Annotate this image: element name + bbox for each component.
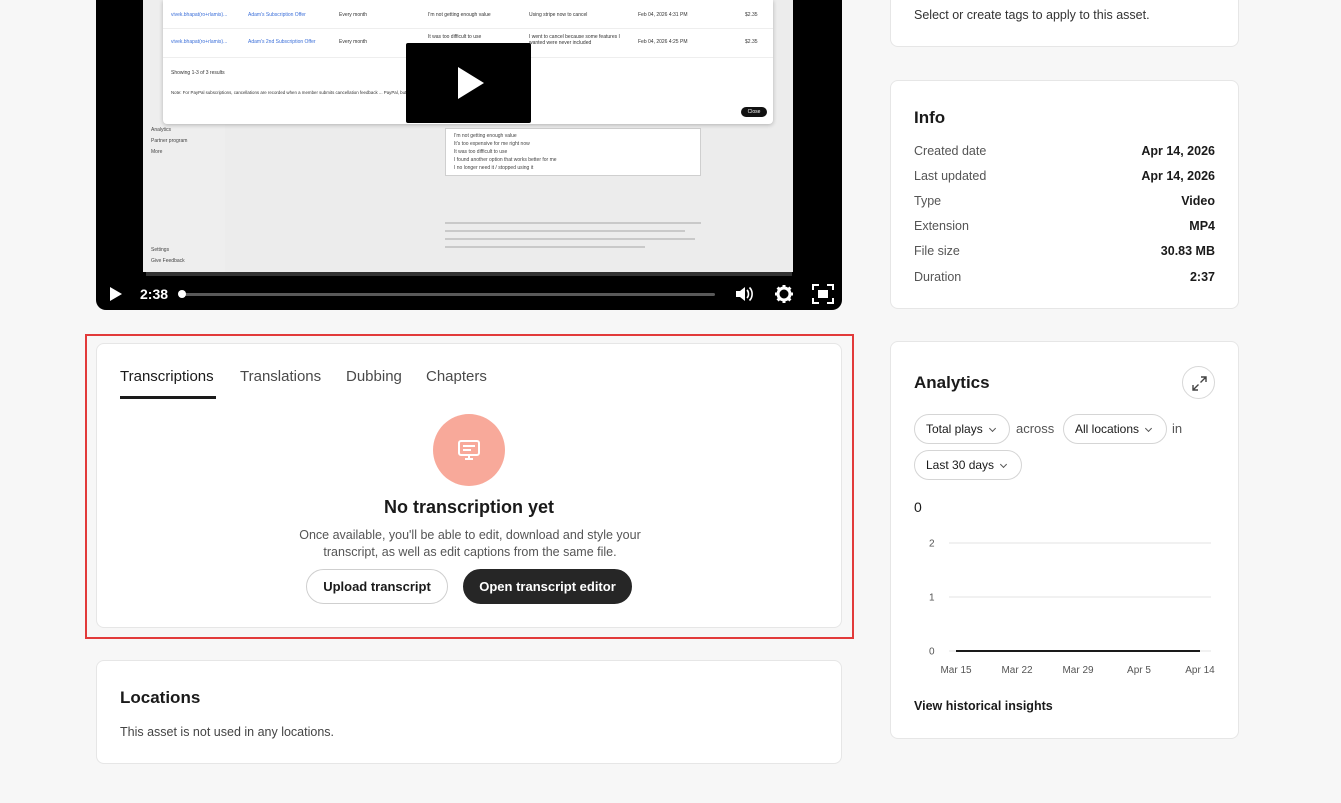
info-title: Info — [914, 108, 946, 127]
view-historical-insights-link[interactable]: View historical insights — [914, 699, 1053, 713]
recorded-text-line — [445, 246, 645, 248]
period-dropdown[interactable]: Last 30 days — [914, 450, 1022, 480]
locations-title: Locations — [120, 688, 201, 707]
metric-dropdown[interactable]: Total plays — [914, 414, 1010, 444]
metric-value: Total plays — [926, 422, 983, 436]
progress-handle[interactable] — [178, 290, 186, 298]
recorded-sidebar-item: Analytics — [151, 127, 172, 133]
recorded-reasons-box: I'm not getting enough value It's too ex… — [445, 128, 701, 176]
across-label: across — [1016, 421, 1055, 436]
video-player[interactable]: Analytics Partner program More Settings … — [96, 0, 842, 310]
in-label: in — [1172, 421, 1183, 436]
recorded-text-line — [445, 230, 685, 232]
info-row-file-size: File size 30.83 MB — [914, 244, 1215, 258]
recorded-reason: It's too expensive for me right now — [454, 141, 530, 147]
progress-bar[interactable] — [180, 293, 715, 296]
tags-description: Select or create tags to apply to this a… — [914, 8, 1150, 22]
x-tick-label: Apr 5 — [1127, 665, 1151, 676]
analytics-title: Analytics — [914, 373, 990, 392]
expand-icon — [1192, 376, 1207, 391]
recorded-reason: I found another option that works better… — [454, 157, 557, 163]
y-tick-label: 2 — [929, 539, 935, 550]
info-card: Info Created date Apr 14, 2026 Last updat… — [890, 80, 1239, 309]
location-value: All locations — [1075, 422, 1140, 436]
x-tick-label: Mar 15 — [940, 665, 972, 676]
info-row-duration: Duration 2:37 — [914, 270, 1215, 284]
recorded-text-line — [445, 222, 701, 224]
info-row-updated: Last updated Apr 14, 2026 — [914, 169, 1215, 183]
total-plays-value: 0 — [914, 499, 922, 515]
recorded-reason: I no longer need it / stopped using it — [454, 165, 534, 171]
recorded-reason: It was too difficult to use — [454, 149, 508, 155]
recorded-dock — [146, 272, 792, 276]
expand-button[interactable] — [1182, 366, 1215, 399]
analytics-card: Analytics Total plays across All locatio… — [890, 341, 1239, 739]
selection-highlight — [85, 334, 854, 639]
chevron-down-icon — [1144, 424, 1153, 433]
recorded-reason: I'm not getting enough value — [454, 133, 517, 139]
info-row-created: Created date Apr 14, 2026 — [914, 144, 1215, 158]
locations-card: Locations This asset is not used in any … — [96, 660, 842, 764]
settings-gear-icon[interactable] — [774, 284, 794, 304]
info-row-extension: Extension MP4 — [914, 219, 1215, 233]
playback-time: 2:38 — [140, 286, 169, 302]
x-tick-label: Mar 22 — [1001, 665, 1033, 676]
video-frame: Analytics Partner program More Settings … — [143, 0, 793, 272]
x-tick-label: Apr 14 — [1185, 665, 1215, 676]
fullscreen-icon[interactable] — [812, 284, 834, 304]
recorded-text-line — [445, 238, 695, 240]
recorded-sidebar-item: Settings — [151, 247, 170, 253]
chevron-down-icon — [988, 424, 996, 433]
recorded-close-button: Close — [741, 107, 767, 117]
recorded-results-count: Showing 1-3 of 3 results — [171, 70, 225, 76]
recorded-sidebar-item: More — [151, 149, 163, 155]
chevron-down-icon — [1000, 460, 1008, 469]
location-dropdown[interactable]: All locations — [1063, 414, 1167, 444]
tags-card: Select or create tags to apply to this a… — [890, 0, 1239, 47]
player-controls: 2:38 — [96, 278, 842, 310]
recorded-sidebar-item: Partner program — [151, 138, 188, 144]
volume-icon[interactable] — [734, 285, 754, 303]
recorded-table-row: vivek.bhapat(ro+rlamis)... Adam's Subscr… — [163, 5, 773, 29]
recorded-sidebar-item: Give Feedback — [151, 258, 185, 264]
y-tick-label: 1 — [929, 593, 935, 604]
big-play-button[interactable] — [406, 43, 531, 123]
info-row-type: Type Video — [914, 194, 1215, 208]
play-icon[interactable] — [110, 287, 122, 301]
x-tick-label: Mar 29 — [1062, 665, 1094, 676]
locations-description: This asset is not used in any locations. — [120, 725, 335, 739]
plays-chart: 2 1 0 Mar 15 Mar 22 Mar 29 Apr 5 Apr 14 — [929, 539, 1215, 677]
y-tick-label: 0 — [929, 647, 935, 658]
period-value: Last 30 days — [926, 458, 995, 472]
